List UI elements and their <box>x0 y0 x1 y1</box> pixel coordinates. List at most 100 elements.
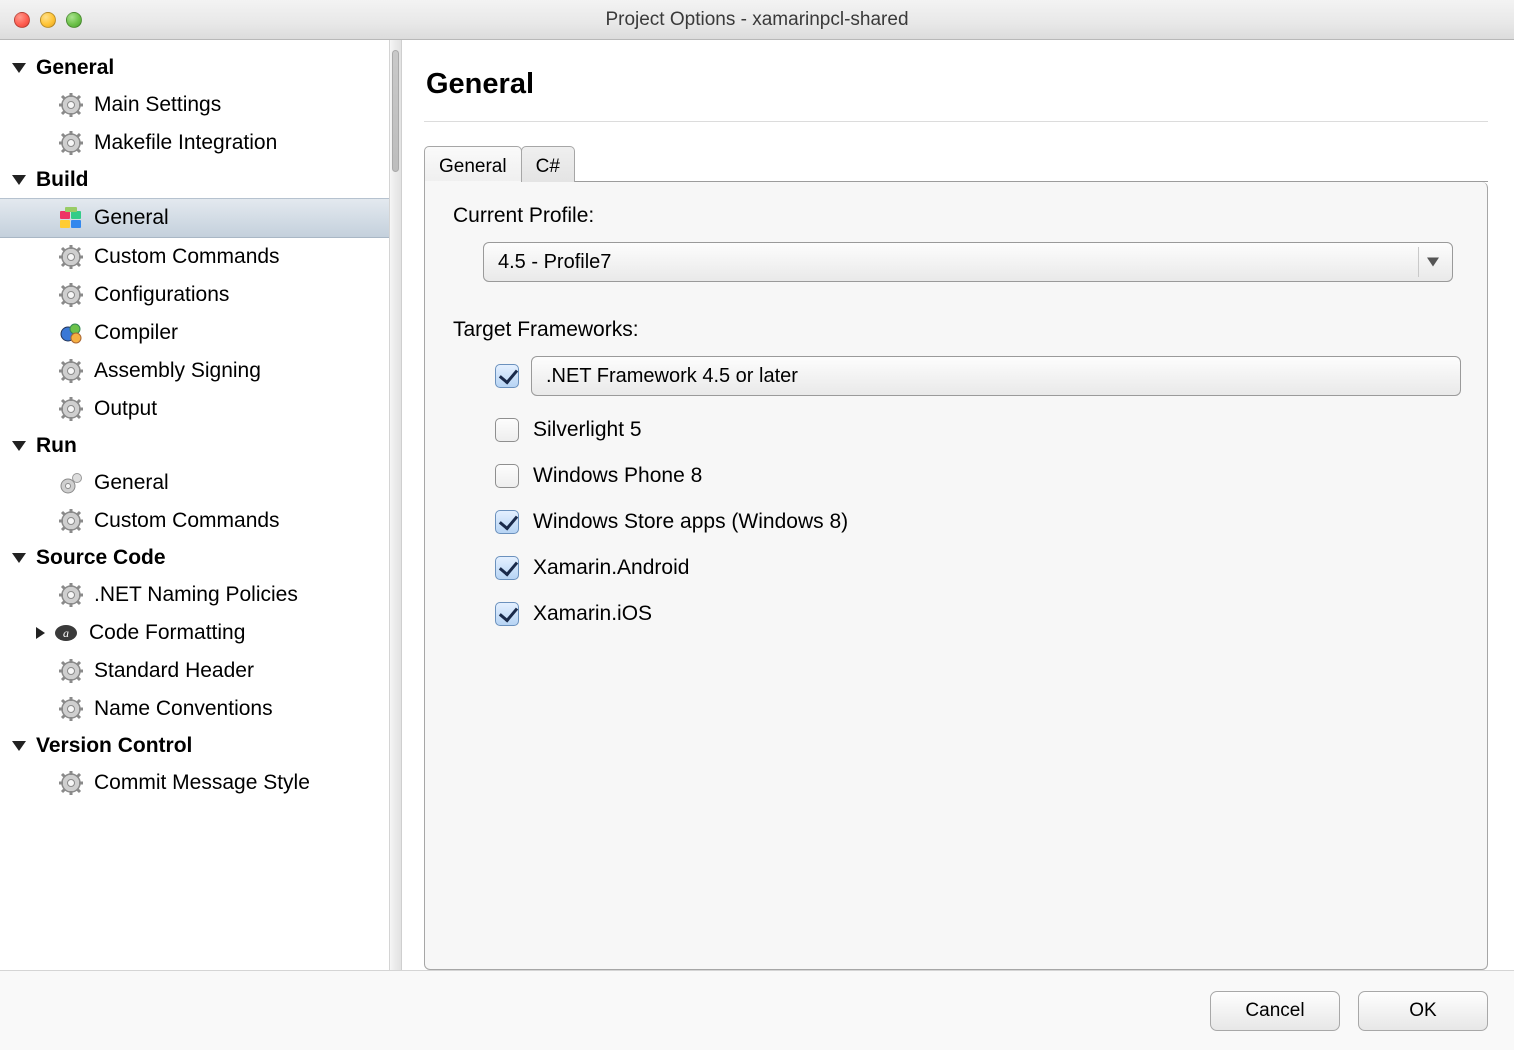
formatting-icon <box>53 620 79 646</box>
sidebar-item-custom-commands[interactable]: Custom Commands <box>0 502 389 540</box>
sidebar-item-net-naming-policies[interactable]: .NET Naming Policies <box>0 576 389 614</box>
sidebar-item-label: Configurations <box>94 283 229 307</box>
sidebar-item-general[interactable]: General <box>0 464 389 502</box>
compiler-icon <box>58 320 84 346</box>
target-framework-checkbox[interactable] <box>495 556 519 580</box>
target-framework-checkbox[interactable] <box>495 418 519 442</box>
sidebar-item-main-settings[interactable]: Main Settings <box>0 86 389 124</box>
target-framework-row: Xamarin.iOS <box>495 602 1461 626</box>
target-framework-row: Windows Phone 8 <box>495 464 1461 488</box>
gear-icon <box>58 244 84 270</box>
sidebar-item-label: Standard Header <box>94 659 254 683</box>
section-label: Run <box>36 434 77 458</box>
brick-icon <box>58 205 84 231</box>
window-titlebar: Project Options - xamarinpcl-shared <box>0 0 1514 40</box>
sidebar-item-label: Custom Commands <box>94 509 280 533</box>
target-framework-checkbox[interactable] <box>495 364 519 388</box>
target-framework-select[interactable]: .NET Framework 4.5 or later <box>531 356 1461 396</box>
sidebar-item-label: .NET Naming Policies <box>94 583 298 607</box>
close-window-button[interactable] <box>14 12 30 28</box>
gear-icon <box>58 92 84 118</box>
sidebar-item-label: Commit Message Style <box>94 771 310 795</box>
gear-icon <box>58 508 84 534</box>
target-framework-label: Xamarin.Android <box>533 556 689 580</box>
sidebar-section-source-code[interactable]: Source Code <box>0 540 389 576</box>
expand-arrow-icon <box>36 627 45 639</box>
sidebar-item-label: Name Conventions <box>94 697 273 721</box>
tab-strip: General C# <box>424 144 1488 182</box>
current-profile-label: Current Profile: <box>453 204 1461 228</box>
gear-icon <box>58 770 84 796</box>
sidebar-section-build[interactable]: Build <box>0 162 389 198</box>
disclosure-triangle-icon <box>12 63 26 73</box>
divider <box>424 121 1488 122</box>
sidebar-item-label: Makefile Integration <box>94 131 277 155</box>
sidebar-item-label: Code Formatting <box>89 621 245 645</box>
sidebar-item-label: Compiler <box>94 321 178 345</box>
target-framework-row: Xamarin.Android <box>495 556 1461 580</box>
sidebar-item-general[interactable]: General <box>0 198 389 238</box>
sidebar-item-code-formatting[interactable]: Code Formatting <box>0 614 389 652</box>
gear-icon <box>58 582 84 608</box>
target-framework-label: Windows Phone 8 <box>533 464 702 488</box>
target-framework-row: Windows Store apps (Windows 8) <box>495 510 1461 534</box>
sidebar-item-label: Custom Commands <box>94 245 280 269</box>
gear-icon <box>58 696 84 722</box>
gear-icon <box>58 396 84 422</box>
target-framework-label: Xamarin.iOS <box>533 602 652 626</box>
section-label: Build <box>36 168 89 192</box>
ok-button[interactable]: OK <box>1358 991 1488 1031</box>
minimize-window-button[interactable] <box>40 12 56 28</box>
current-profile-select[interactable]: 4.5 - Profile7 <box>483 242 1453 282</box>
dialog-footer: Cancel OK <box>0 970 1514 1050</box>
target-framework-checkbox[interactable] <box>495 602 519 626</box>
cancel-button[interactable]: Cancel <box>1210 991 1340 1031</box>
sidebar-item-label: Main Settings <box>94 93 221 117</box>
sidebar-section-run[interactable]: Run <box>0 428 389 464</box>
sidebar-item-label: General <box>94 471 169 495</box>
sidebar-item-assembly-signing[interactable]: Assembly Signing <box>0 352 389 390</box>
sidebar-item-label: Assembly Signing <box>94 359 261 383</box>
chevron-down-icon <box>1418 247 1448 277</box>
disclosure-triangle-icon <box>12 553 26 563</box>
sidebar: General Main Settings Makefile Integration… <box>0 40 390 970</box>
tab-general[interactable]: General <box>424 146 522 182</box>
sidebar-item-label: General <box>94 206 169 230</box>
sidebar-item-custom-commands[interactable]: Custom Commands <box>0 238 389 276</box>
sidebar-item-makefile-integration[interactable]: Makefile Integration <box>0 124 389 162</box>
section-label: Source Code <box>36 546 166 570</box>
sidebar-item-name-conventions[interactable]: Name Conventions <box>0 690 389 728</box>
sidebar-scrollbar[interactable] <box>390 40 402 970</box>
target-framework-row: .NET Framework 4.5 or later <box>495 356 1461 396</box>
gear-icon <box>58 658 84 684</box>
sidebar-section-general[interactable]: General <box>0 50 389 86</box>
target-framework-label: Windows Store apps (Windows 8) <box>533 510 848 534</box>
page-title: General <box>426 68 1488 101</box>
gear-icon <box>58 358 84 384</box>
window-title: Project Options - xamarinpcl-shared <box>0 9 1514 31</box>
tab-panel-general: Current Profile: 4.5 - Profile7 Target F… <box>424 182 1488 970</box>
button-label: OK <box>1409 1000 1436 1022</box>
sidebar-item-compiler[interactable]: Compiler <box>0 314 389 352</box>
sidebar-item-label: Output <box>94 397 157 421</box>
tab-label: General <box>439 156 507 178</box>
tab-csharp[interactable]: C# <box>521 146 575 182</box>
sidebar-section-version-control[interactable]: Version Control <box>0 728 389 764</box>
zoom-window-button[interactable] <box>66 12 82 28</box>
disclosure-triangle-icon <box>12 741 26 751</box>
sidebar-item-standard-header[interactable]: Standard Header <box>0 652 389 690</box>
section-label: Version Control <box>36 734 192 758</box>
gear-icon <box>58 282 84 308</box>
sidebar-item-configurations[interactable]: Configurations <box>0 276 389 314</box>
target-framework-checkbox[interactable] <box>495 510 519 534</box>
sidebar-item-commit-message-style[interactable]: Commit Message Style <box>0 764 389 802</box>
tab-label: C# <box>536 156 560 178</box>
section-label: General <box>36 56 114 80</box>
gear-small-icon <box>58 470 84 496</box>
target-framework-label: Silverlight 5 <box>533 418 642 442</box>
main-panel: General General C# Current Profile: 4.5 … <box>402 40 1514 970</box>
select-value: 4.5 - Profile7 <box>498 251 611 274</box>
target-framework-checkbox[interactable] <box>495 464 519 488</box>
disclosure-triangle-icon <box>12 441 26 451</box>
sidebar-item-output[interactable]: Output <box>0 390 389 428</box>
